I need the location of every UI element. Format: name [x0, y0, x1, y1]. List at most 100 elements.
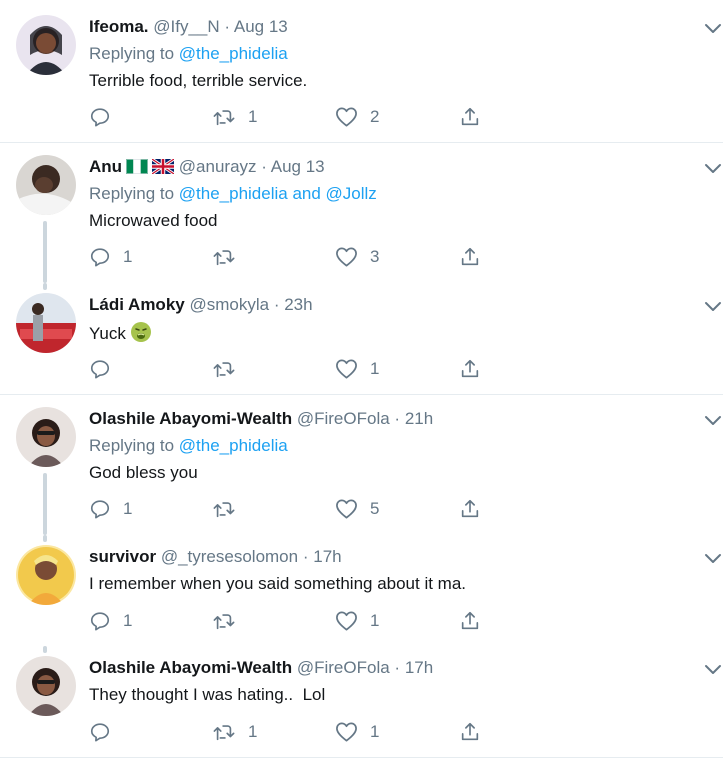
author-name[interactable]: Ifeoma. [89, 17, 149, 36]
tweet[interactable]: Ládi Amoky @smokyla · 23h Yuck 1 [0, 283, 723, 394]
author-name[interactable]: Olashile Abayomi-Wealth [89, 658, 292, 677]
share-button[interactable] [459, 357, 481, 381]
share-icon [461, 359, 479, 378]
retweet-icon [213, 725, 235, 741]
tweet-text: God bless you [89, 463, 198, 482]
timestamp[interactable]: Aug 13 [234, 17, 288, 36]
replying-to: Replying to @the_phidelia [89, 43, 288, 65]
replying-to-label: Replying to [89, 44, 179, 63]
chevron-down-icon[interactable] [704, 300, 722, 312]
nauseated-face-icon [130, 322, 151, 342]
tweet[interactable]: Ifeoma. @Ify__N · Aug 13 Replying to @th… [0, 0, 723, 142]
tweet-text: I remember when you said something about… [89, 574, 467, 593]
avatar[interactable] [16, 545, 76, 605]
like-count: 2 [370, 107, 380, 126]
divider [0, 757, 723, 758]
tweet-text-content: Yuck [89, 324, 126, 343]
like-button[interactable]: 5 [335, 497, 379, 521]
separator-dot: · [261, 157, 267, 176]
retweet-icon [213, 502, 235, 518]
reply-icon [90, 500, 110, 519]
reply-count: 1 [123, 247, 133, 266]
nigeria-flag-icon [126, 159, 149, 174]
tweet-text: Yuck [89, 321, 152, 345]
chevron-down-icon[interactable] [704, 663, 722, 675]
chevron-down-icon[interactable] [704, 552, 722, 564]
replying-to-link[interactable]: @the_phidelia [179, 436, 288, 455]
replying-to-link[interactable]: @the_phidelia [179, 44, 288, 63]
separator-dot: · [273, 295, 280, 314]
share-button[interactable] [459, 497, 481, 521]
reply-count: 1 [123, 611, 133, 630]
reply-button[interactable]: 1 [89, 497, 132, 521]
like-button[interactable]: 1 [335, 357, 379, 381]
replying-to: Replying to @the_phidelia and @Jollz [89, 183, 377, 205]
chevron-down-icon[interactable] [704, 414, 722, 426]
avatar[interactable] [16, 293, 76, 353]
retweet-button[interactable] [212, 245, 248, 269]
retweet-count: 1 [248, 107, 258, 126]
avatar[interactable] [16, 15, 76, 75]
avatar[interactable] [16, 407, 76, 467]
replying-to-link[interactable]: @the_phidelia and @Jollz [179, 184, 377, 203]
like-button[interactable]: 1 [335, 720, 379, 744]
chevron-down-icon[interactable] [704, 162, 722, 174]
replying-to-label: Replying to [89, 184, 179, 203]
tweet[interactable]: survivor @_tyresesolomon · 17h I remembe… [0, 535, 723, 646]
author-name[interactable]: Ládi Amoky [89, 295, 185, 314]
share-button[interactable] [459, 720, 481, 744]
author-handle[interactable]: @FireOFola [297, 658, 390, 677]
retweet-button[interactable] [212, 357, 248, 381]
like-count: 5 [370, 499, 380, 518]
reply-button[interactable] [89, 720, 123, 744]
heart-icon [336, 359, 357, 379]
author-handle[interactable]: @FireOFola [297, 409, 390, 428]
reply-button[interactable]: 1 [89, 245, 132, 269]
like-count: 1 [370, 722, 380, 741]
author-handle[interactable]: @Ify__N [153, 17, 219, 36]
timestamp[interactable]: 23h [284, 295, 312, 314]
tweet-text: They thought I was hating.. Lol [89, 685, 326, 704]
reply-count: 1 [123, 499, 133, 518]
timestamp[interactable]: Aug 13 [271, 157, 325, 176]
avatar[interactable] [16, 155, 76, 215]
tweet-text: Terrible food, terrible service. [89, 71, 308, 90]
thread-line [43, 283, 47, 290]
reply-button[interactable] [89, 357, 123, 381]
tweet-header: Ifeoma. @Ify__N · Aug 13 [89, 16, 288, 38]
like-count: 1 [370, 611, 380, 630]
tweet-text: Microwaved food [89, 211, 218, 230]
like-button[interactable]: 2 [335, 105, 379, 129]
timestamp[interactable]: 21h [405, 409, 433, 428]
author-name[interactable]: survivor [89, 547, 156, 566]
share-button[interactable] [459, 245, 481, 269]
tweet[interactable]: Anu @anurayz · Aug 13 Replying to @the_p… [0, 143, 723, 283]
author-handle[interactable]: @anurayz [179, 157, 257, 176]
timestamp[interactable]: 17h [313, 547, 341, 566]
retweet-button[interactable] [212, 609, 248, 633]
retweet-button[interactable]: 1 [212, 720, 257, 744]
like-button[interactable]: 3 [335, 245, 379, 269]
share-button[interactable] [459, 609, 481, 633]
thread-line [43, 473, 47, 535]
author-handle[interactable]: @_tyresesolomon [161, 547, 298, 566]
author-name[interactable]: Anu [89, 157, 122, 176]
tweet-header: Anu @anurayz · Aug 13 [89, 156, 325, 178]
author-name[interactable]: Olashile Abayomi-Wealth [89, 409, 292, 428]
author-handle[interactable]: @smokyla [189, 295, 269, 314]
avatar[interactable] [16, 656, 76, 716]
retweet-button[interactable]: 1 [212, 105, 257, 129]
tweet[interactable]: Olashile Abayomi-Wealth @FireOFola · 21h… [0, 395, 723, 535]
tweet-header: Ládi Amoky @smokyla · 23h [89, 294, 313, 316]
timestamp[interactable]: 17h [405, 658, 433, 677]
like-button[interactable]: 1 [335, 609, 379, 633]
tweet[interactable]: Olashile Abayomi-Wealth @FireOFola · 17h… [0, 646, 723, 757]
retweet-icon [213, 362, 235, 378]
share-icon [461, 722, 479, 741]
share-button[interactable] [459, 105, 481, 129]
reply-button[interactable] [89, 105, 123, 129]
thread-line [43, 646, 47, 653]
retweet-button[interactable] [212, 497, 248, 521]
reply-button[interactable]: 1 [89, 609, 132, 633]
chevron-down-icon[interactable] [704, 22, 722, 34]
